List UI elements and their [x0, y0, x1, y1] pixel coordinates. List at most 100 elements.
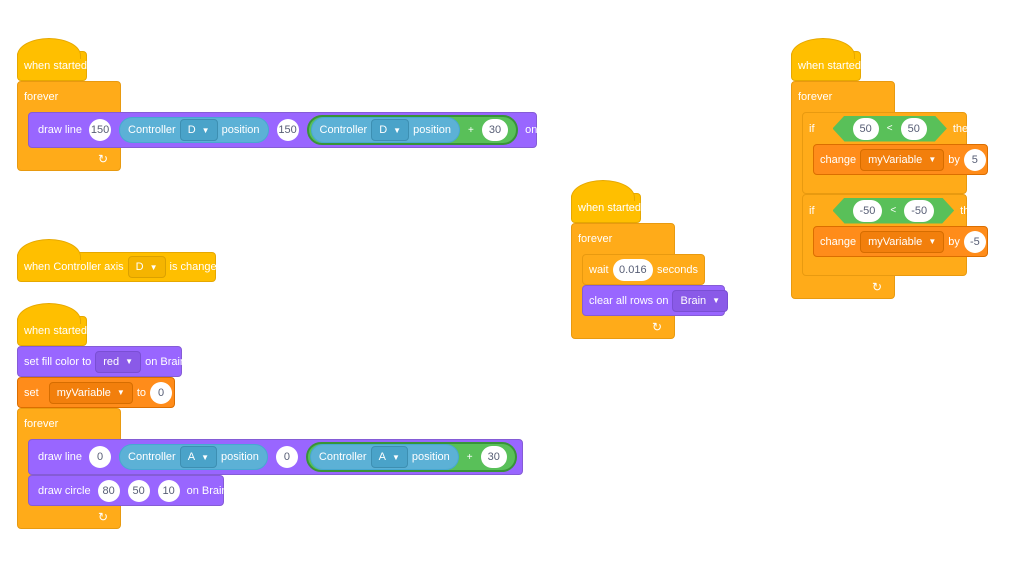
script-axis-changed: when Controller axis D ▼ is changed [17, 238, 223, 282]
less-than-operator[interactable]: 50 < 50 [833, 116, 947, 142]
loop-arrow-icon: ↻ [97, 510, 108, 524]
hat-label: when started [798, 60, 861, 72]
script-draw-line-a: when started set fill color to red ▼ on B… [17, 302, 565, 529]
circle-x-input[interactable]: 80 [97, 479, 120, 502]
reporter-suffix: position [413, 124, 451, 136]
controller-position-reporter[interactable]: Controller D ▼ position [310, 117, 460, 143]
axis-dropdown[interactable]: D ▼ [179, 119, 218, 141]
forever-label: forever [24, 418, 59, 430]
hat-label: when Controller axis [24, 261, 124, 273]
hat-label: when started [578, 202, 641, 214]
clear-label: clear all rows on [589, 294, 669, 307]
x1-input[interactable]: 0 [89, 446, 112, 468]
draw-circle-block[interactable]: draw circle 80 50 10 on Brain [28, 475, 228, 506]
right-input[interactable]: -50 [904, 200, 934, 222]
if-block[interactable]: if 50 < 50 then change myVariable ▼ by 5 [802, 112, 988, 194]
less-than-symbol: < [886, 123, 893, 134]
axis-dropdown[interactable]: D ▼ [371, 119, 410, 141]
script-clear-rows: when started forever wait 0.016 seconds … [571, 179, 729, 339]
draw-line-block[interactable]: draw line 150 Controller D ▼ position 150… [28, 112, 566, 148]
axis-dropdown[interactable]: D ▼ [127, 256, 166, 278]
axis-dropdown[interactable]: A ▼ [179, 446, 217, 468]
add-operator-reporter[interactable]: Controller D ▼ position + 30 [306, 115, 519, 145]
forever-block[interactable]: forever draw line 0 Controller A ▼ positi… [17, 408, 565, 529]
circle-radius-input[interactable]: 10 [157, 479, 180, 502]
hat-label: when started [24, 60, 87, 72]
loop-arrow-icon: ↻ [651, 320, 662, 334]
hat-label: when started [24, 325, 87, 337]
forever-label: forever [798, 91, 833, 103]
forever-label: forever [578, 233, 613, 245]
when-started-hat[interactable]: when started [791, 38, 861, 81]
draw-line-label: draw line [38, 124, 83, 136]
by-label: by [948, 153, 960, 166]
by-label: by [948, 235, 960, 248]
if-label: if [809, 122, 815, 135]
brain-dropdown[interactable]: Brain ▼ [672, 289, 729, 312]
plus-operator: + [466, 451, 473, 463]
addend-input[interactable]: 30 [480, 446, 507, 468]
hat-suffix: is changed [169, 261, 223, 273]
right-input[interactable]: 50 [901, 118, 927, 140]
variable-dropdown[interactable]: myVariable ▼ [48, 381, 133, 404]
left-input[interactable]: 50 [853, 118, 879, 140]
chevron-down-icon: ▼ [391, 452, 400, 462]
value-input[interactable]: 0 [150, 381, 173, 404]
reporter-suffix: position [221, 124, 260, 136]
then-label: then [960, 204, 982, 217]
script-draw-line-d: when started forever draw line 150 Contr… [17, 37, 566, 171]
set-fill-label: set fill color to [24, 355, 92, 368]
change-variable-block[interactable]: change myVariable ▼ by 5 [813, 144, 988, 175]
when-started-hat[interactable]: when started [571, 180, 641, 223]
loop-arrow-icon: ↻ [97, 152, 108, 166]
change-value-input[interactable]: 5 [963, 148, 986, 171]
chevron-down-icon: ▼ [928, 155, 937, 164]
less-than-operator[interactable]: -50 < -50 [833, 198, 955, 224]
circle-y-input[interactable]: 50 [127, 479, 150, 502]
color-dropdown[interactable]: red ▼ [95, 350, 142, 373]
addend-input[interactable]: 30 [481, 119, 509, 141]
left-input[interactable]: -50 [853, 200, 883, 222]
forever-label: forever [24, 91, 59, 103]
controller-position-reporter[interactable]: Controller D ▼ position [119, 117, 269, 143]
set-fill-color-block[interactable]: set fill color to red ▼ on Brain [17, 346, 186, 377]
chevron-down-icon: ▼ [928, 237, 937, 246]
change-variable-block[interactable]: change myVariable ▼ by -5 [813, 226, 988, 257]
x2-input[interactable]: 0 [275, 446, 298, 468]
wait-label: wait [589, 263, 609, 276]
controller-position-reporter[interactable]: Controller A ▼ position [119, 444, 268, 470]
change-label: change [820, 153, 857, 166]
wait-seconds-input[interactable]: 0.016 [612, 258, 654, 281]
draw-circle-suffix: on Brain [186, 484, 228, 497]
variable-dropdown[interactable]: myVariable ▼ [860, 148, 945, 171]
change-value-input[interactable]: -5 [963, 230, 986, 253]
chevron-down-icon: ▼ [149, 262, 158, 272]
reporter-label: Controller [128, 451, 176, 463]
x1-input[interactable]: 150 [89, 119, 112, 141]
wait-block[interactable]: wait 0.016 seconds [582, 254, 705, 285]
if-label: if [809, 204, 815, 217]
chevron-down-icon: ▼ [712, 296, 721, 305]
plus-operator: + [468, 124, 474, 136]
if-block[interactable]: if -50 < -50 then change myVariable ▼ by … [802, 194, 988, 276]
draw-line-suffix: on Brain [525, 124, 567, 136]
reporter-label: Controller [318, 451, 367, 463]
set-variable-block[interactable]: set myVariable ▼ to 0 [17, 377, 175, 408]
axis-dropdown[interactable]: A ▼ [370, 446, 408, 468]
reporter-label: Controller [319, 124, 368, 136]
forever-block[interactable]: forever wait 0.016 seconds clear all row… [571, 223, 729, 339]
controller-position-reporter[interactable]: Controller A ▼ position [309, 444, 459, 470]
when-started-hat[interactable]: when started [17, 303, 87, 346]
when-axis-changed-hat[interactable]: when Controller axis D ▼ is changed [17, 239, 223, 282]
loop-arrow-icon: ↻ [871, 280, 882, 294]
reporter-label: Controller [128, 124, 176, 136]
add-operator-reporter[interactable]: Controller A ▼ position + 30 [305, 442, 517, 472]
x2-input[interactable]: 150 [276, 119, 299, 141]
forever-block[interactable]: forever if 50 < 50 then change myVariabl… [791, 81, 988, 299]
clear-all-rows-block[interactable]: clear all rows on Brain ▼ [582, 285, 729, 316]
seconds-label: seconds [657, 263, 698, 276]
variable-dropdown[interactable]: myVariable ▼ [860, 230, 945, 253]
forever-block[interactable]: forever draw line 150 Controller D ▼ posi… [17, 81, 566, 171]
draw-line-block[interactable]: draw line 0 Controller A ▼ position 0 Con… [28, 439, 565, 475]
when-started-hat[interactable]: when started [17, 38, 87, 81]
